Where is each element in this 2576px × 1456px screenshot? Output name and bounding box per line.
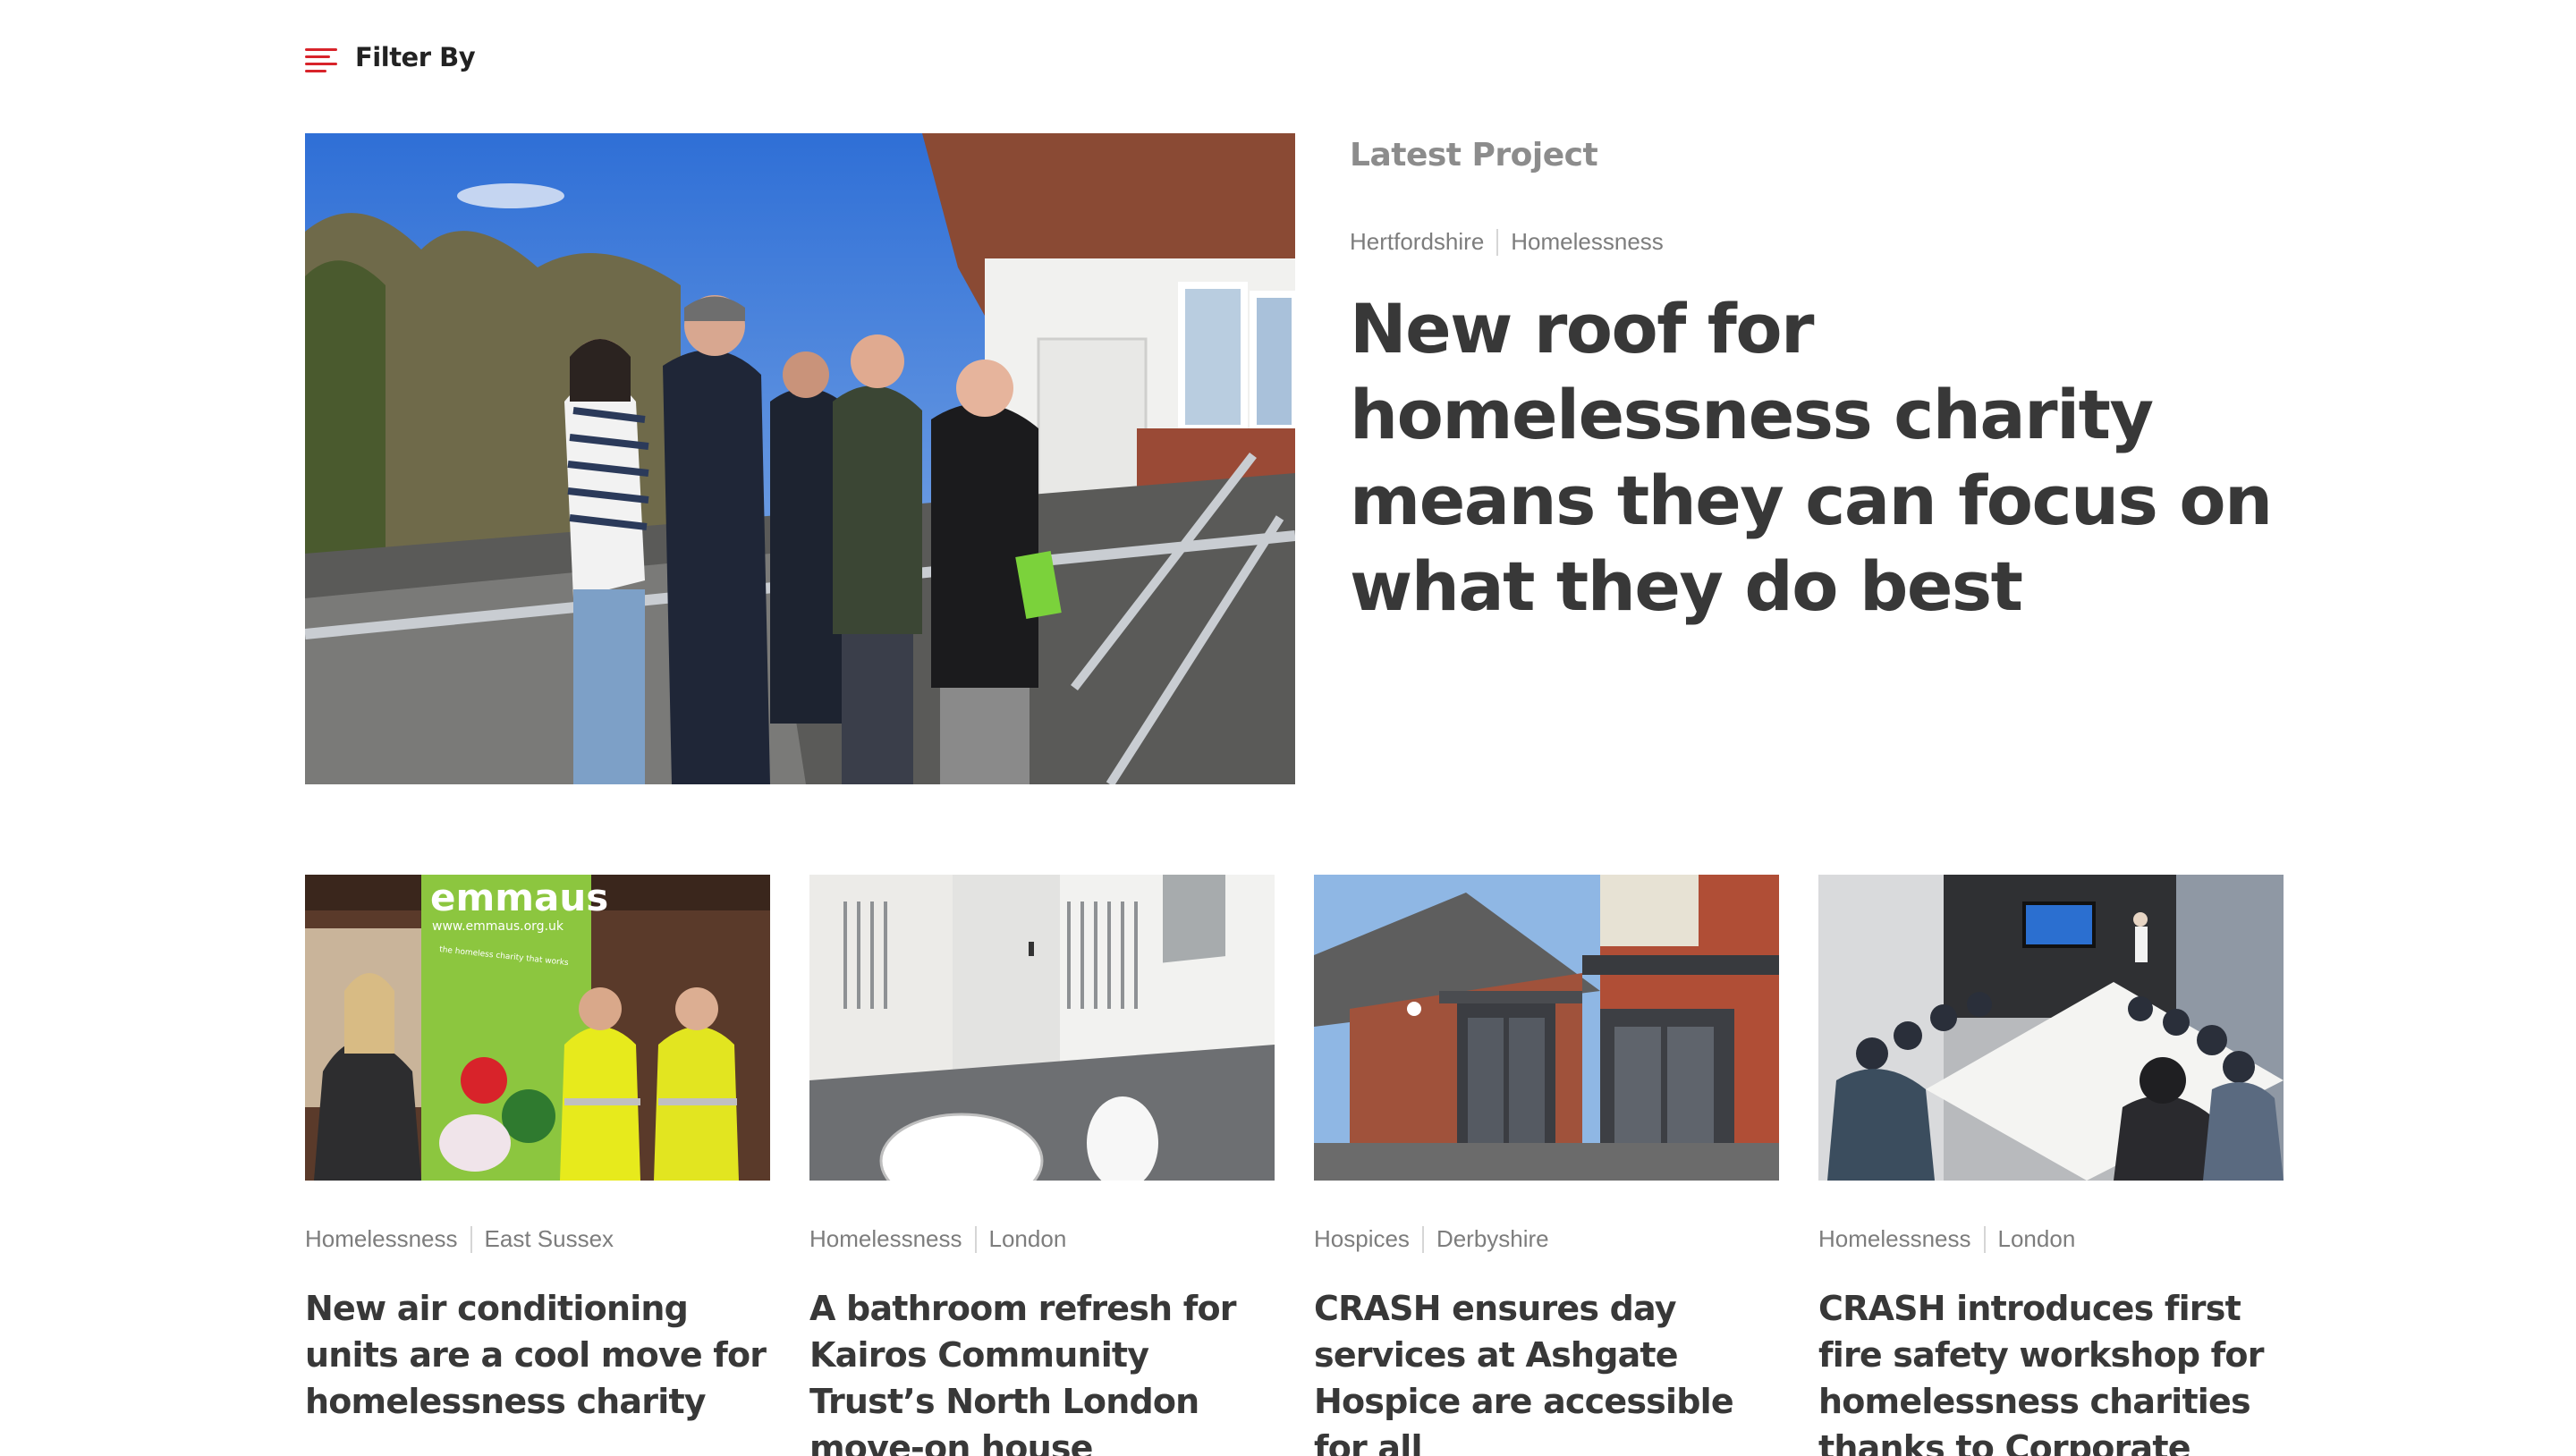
card-tags: Homelessness East Sussex: [305, 1225, 770, 1253]
card-image[interactable]: [809, 875, 1275, 1181]
project-card: emmaus www.emmaus.org.uk the homeless ch…: [305, 875, 770, 1456]
card-image[interactable]: emmaus www.emmaus.org.uk the homeless ch…: [305, 875, 770, 1181]
tag-location[interactable]: London: [1998, 1225, 2076, 1253]
hero-tags: Hertfordshire Homelessness: [1350, 228, 2298, 256]
tag-category[interactable]: Homelessness: [1818, 1225, 1971, 1253]
project-card: Hospices Derbyshire CRASH ensures day se…: [1314, 875, 1779, 1456]
tag-divider: [1983, 1225, 1986, 1253]
tag-location[interactable]: Derbyshire: [1436, 1225, 1549, 1253]
tag-location[interactable]: Hertfordshire: [1350, 228, 1484, 256]
filter-by-label: Filter By: [355, 42, 476, 72]
latest-project-heading: Latest Project: [1350, 137, 1598, 174]
tag-location[interactable]: East Sussex: [485, 1225, 614, 1253]
filter-lines-icon: [305, 45, 337, 72]
tag-divider: [470, 1225, 472, 1253]
card-title-link[interactable]: CRASH ensures day services at Ashgate Ho…: [1314, 1285, 1779, 1456]
project-card: Homelessness London CRASH introduces fir…: [1818, 875, 2284, 1456]
hero-text-panel: Latest Project Hertfordshire Homelessnes…: [1350, 133, 2298, 630]
tag-divider: [974, 1225, 977, 1253]
card-image[interactable]: [1314, 875, 1779, 1181]
project-cards: emmaus www.emmaus.org.uk the homeless ch…: [305, 875, 2284, 1456]
tag-divider: [1496, 228, 1499, 256]
tag-category[interactable]: Hospices: [1314, 1225, 1410, 1253]
tag-divider: [1421, 1225, 1424, 1253]
card-tags: Homelessness London: [809, 1225, 1275, 1253]
card-title-link[interactable]: A bathroom refresh for Kairos Community …: [809, 1285, 1275, 1456]
hero-project-image[interactable]: [305, 133, 1295, 784]
tag-category[interactable]: Homelessness: [305, 1225, 458, 1253]
filter-by-button[interactable]: Filter By: [305, 39, 476, 75]
card-tags: Homelessness London: [1818, 1225, 2284, 1253]
card-title-link[interactable]: New air conditioning units are a cool mo…: [305, 1285, 770, 1425]
card-image[interactable]: [1818, 875, 2284, 1181]
emmaus-banner-text: emmaus: [430, 876, 608, 919]
card-tags: Hospices Derbyshire: [1314, 1225, 1779, 1253]
project-card: Homelessness London A bathroom refresh f…: [809, 875, 1275, 1456]
emmaus-banner-url: www.emmaus.org.uk: [432, 919, 564, 934]
tag-category[interactable]: Homelessness: [809, 1225, 962, 1253]
tag-category[interactable]: Homelessness: [1511, 228, 1664, 256]
card-title-link[interactable]: CRASH introduces first fire safety works…: [1818, 1285, 2284, 1456]
hero-title-link[interactable]: New roof for homelessness charity means …: [1350, 286, 2298, 630]
tag-location[interactable]: London: [989, 1225, 1067, 1253]
